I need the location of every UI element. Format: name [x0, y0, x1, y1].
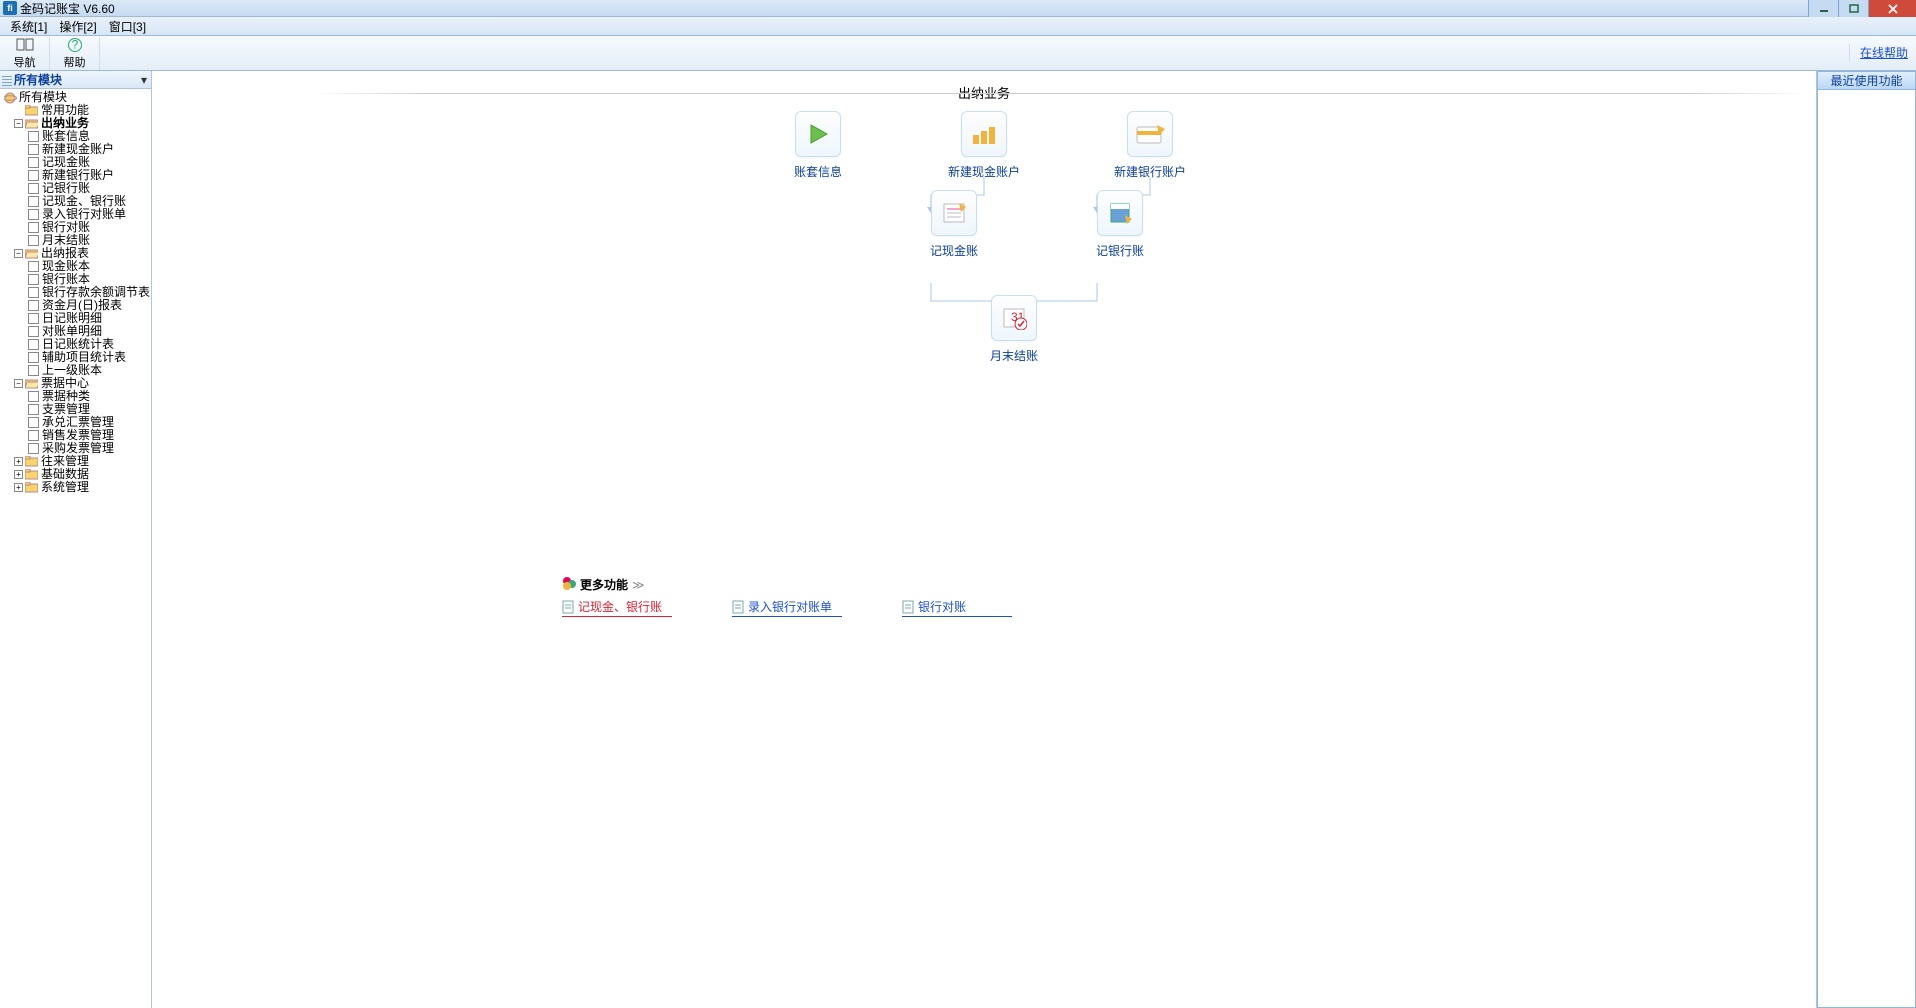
- more-links: 记现金、银行账 录入银行对账单 银行对账: [562, 597, 1456, 617]
- flow-row-3: 31 月末结账: [714, 295, 1254, 364]
- flow-item-month-close[interactable]: 31 月末结账: [961, 295, 1067, 364]
- collapse-icon[interactable]: −: [14, 379, 23, 388]
- minimize-button[interactable]: [1808, 0, 1838, 17]
- document-icon: [562, 600, 574, 614]
- puzzle-icon: [562, 576, 576, 593]
- folder-open-icon: [25, 118, 38, 129]
- grip-icon: [2, 74, 12, 86]
- folder-icon: [25, 456, 38, 467]
- collapse-icon[interactable]: −: [14, 249, 23, 258]
- folder-icon: [25, 482, 38, 493]
- more-header: 更多功能≫: [562, 576, 1456, 593]
- more-link-rec-both[interactable]: 记现金、银行账: [562, 597, 672, 617]
- folder-icon: [25, 105, 38, 116]
- more-section: 更多功能≫ 记现金、银行账 录入银行对账单 银行对账: [562, 576, 1456, 617]
- menu-window[interactable]: 窗口[3]: [103, 18, 152, 35]
- title-bar: fi 金码记账宝 V6.60: [0, 0, 1916, 17]
- document-icon: [902, 600, 914, 614]
- menu-system[interactable]: 系统[1]: [4, 18, 53, 35]
- chevron-right-icon: ≫: [632, 578, 645, 592]
- note-icon: [931, 190, 977, 236]
- toolbar-help-button[interactable]: ? 帮助: [50, 37, 100, 70]
- app-icon: fi: [3, 1, 17, 15]
- play-icon: [795, 111, 841, 157]
- left-pane-header[interactable]: 所有模块 ▾: [0, 71, 151, 89]
- close-button[interactable]: [1868, 0, 1916, 17]
- collapse-icon[interactable]: −: [14, 119, 23, 128]
- flow-item-rec-cash[interactable]: 记现金账: [901, 190, 1007, 259]
- expand-icon[interactable]: +: [14, 457, 23, 466]
- flow-item-account-info[interactable]: 账套信息: [765, 111, 871, 180]
- expand-icon[interactable]: +: [14, 470, 23, 479]
- flow-row-2: 记现金账 记银行账: [820, 190, 1254, 259]
- tree-node-sys[interactable]: +系统管理: [0, 481, 151, 494]
- center-pane: 出纳业务 账套信息 新建现金账户 新建银行账户: [152, 71, 1817, 1008]
- left-pane: 所有模块 ▾ 所有模块 常用功能 −出纳业务 账套信息 新建现金账户 记现金账 …: [0, 71, 152, 1008]
- toolbar-nav-label: 导航: [14, 54, 36, 70]
- main-area: 所有模块 ▾ 所有模块 常用功能 −出纳业务 账套信息 新建现金账户 记现金账 …: [0, 71, 1916, 1008]
- divider: [312, 93, 1808, 94]
- ledger-icon: [1097, 190, 1143, 236]
- menu-bar: 系统[1] 操作[2] 窗口[3]: [0, 17, 1916, 36]
- tool-bar: 导航 ? 帮助 在线帮助: [0, 36, 1916, 71]
- more-link-import-recon[interactable]: 录入银行对账单: [732, 597, 842, 617]
- flow-item-new-bank[interactable]: 新建银行账户: [1097, 111, 1203, 180]
- chevron-down-icon[interactable]: ▾: [141, 73, 147, 87]
- flow-item-new-cash[interactable]: 新建现金账户: [931, 111, 1037, 180]
- card-icon: [1127, 111, 1173, 157]
- right-pane-header: 最近使用功能: [1818, 72, 1915, 90]
- maximize-button[interactable]: [1838, 0, 1868, 17]
- right-pane: 最近使用功能: [1817, 71, 1916, 1008]
- svg-text:?: ?: [71, 37, 78, 51]
- online-help-link[interactable]: 在线帮助: [1849, 44, 1908, 61]
- menu-operate[interactable]: 操作[2]: [53, 18, 102, 35]
- flow-row-1: 账套信息 新建现金账户 新建银行账户: [714, 111, 1254, 180]
- coins-icon: [961, 111, 1007, 157]
- planet-icon: [3, 92, 17, 104]
- folder-open-icon: [25, 378, 38, 389]
- folder-icon: [25, 469, 38, 480]
- flow-diagram: 账套信息 新建现金账户 新建银行账户: [714, 111, 1254, 374]
- app-title: 金码记账宝 V6.60: [20, 0, 1916, 17]
- expand-icon[interactable]: +: [14, 483, 23, 492]
- book-icon: [16, 37, 34, 53]
- toolbar-nav-button[interactable]: 导航: [0, 37, 50, 70]
- calendar-check-icon: 31: [991, 295, 1037, 341]
- flow-item-rec-bank[interactable]: 记银行账: [1067, 190, 1173, 259]
- question-icon: ?: [67, 37, 83, 53]
- folder-open-icon: [25, 248, 38, 259]
- left-pane-title: 所有模块: [14, 71, 62, 88]
- navigation-tree: 所有模块 常用功能 −出纳业务 账套信息 新建现金账户 记现金账 新建银行账户 …: [0, 89, 151, 1008]
- window-buttons: [1808, 0, 1916, 17]
- toolbar-help-label: 帮助: [64, 54, 86, 70]
- more-link-bank-recon[interactable]: 银行对账: [902, 597, 1012, 617]
- document-icon: [732, 600, 744, 614]
